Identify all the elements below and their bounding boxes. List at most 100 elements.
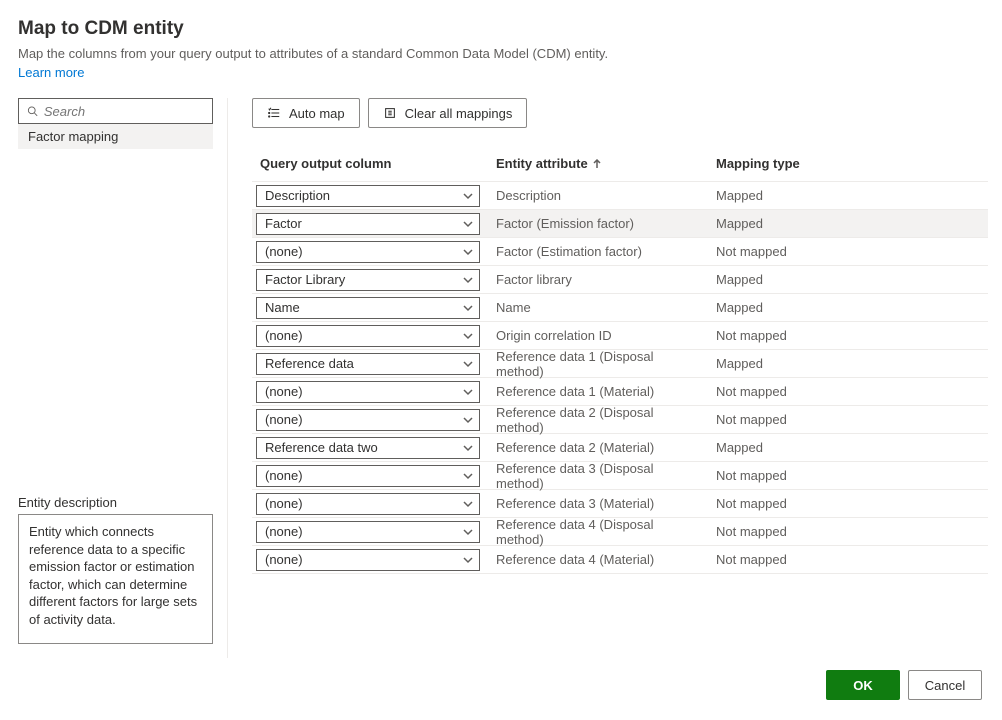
chevron-down-icon [463, 499, 473, 509]
chevron-down-icon [463, 415, 473, 425]
output-column-dropdown[interactable]: Description [256, 185, 480, 207]
entity-attribute-cell: Reference data 2 (Disposal method) [488, 405, 708, 435]
output-column-dropdown[interactable]: Factor [256, 213, 480, 235]
entity-attribute-cell: Reference data 3 (Disposal method) [488, 461, 708, 491]
mapping-type-cell: Mapped [708, 440, 988, 455]
mapping-type-cell: Mapped [708, 188, 988, 203]
chevron-down-icon [463, 191, 473, 201]
table-row: Reference dataReference data 1 (Disposal… [252, 350, 988, 378]
search-icon [27, 105, 38, 117]
column-header-type[interactable]: Mapping type [708, 146, 988, 181]
entity-attribute-cell: Description [488, 188, 708, 203]
learn-more-link[interactable]: Learn more [18, 65, 84, 80]
cancel-button[interactable]: Cancel [908, 670, 982, 700]
table-row: (none) Reference data 4 (Material)Not map… [252, 546, 988, 574]
auto-map-icon [267, 106, 281, 120]
ok-button[interactable]: OK [826, 670, 900, 700]
mapping-type-cell: Not mapped [708, 496, 988, 511]
dropdown-value: Description [265, 188, 330, 203]
mapping-table: Query output column Entity attribute Map… [252, 146, 988, 574]
entity-description-label: Entity description [18, 495, 213, 510]
clear-all-icon [383, 106, 397, 120]
chevron-down-icon [463, 443, 473, 453]
entity-attribute-cell: Reference data 1 (Material) [488, 384, 708, 399]
auto-map-label: Auto map [289, 106, 345, 121]
entity-description-text: Entity which connects reference data to … [18, 514, 213, 644]
mapping-type-cell: Not mapped [708, 468, 988, 483]
dropdown-value: (none) [265, 328, 303, 343]
entity-attribute-cell: Name [488, 300, 708, 315]
table-row: DescriptionDescriptionMapped [252, 182, 988, 210]
output-column-dropdown[interactable]: (none) [256, 409, 480, 431]
dropdown-value: Factor Library [265, 272, 345, 287]
table-row: NameNameMapped [252, 294, 988, 322]
entity-attribute-cell: Origin correlation ID [488, 328, 708, 343]
table-row: Reference data two Reference data 2 (Mate… [252, 434, 988, 462]
table-row: (none) Reference data 3 (Material)Not map… [252, 490, 988, 518]
dropdown-value: Reference data [265, 356, 354, 371]
dropdown-value: Factor [265, 216, 302, 231]
dropdown-value: Name [265, 300, 300, 315]
dropdown-value: (none) [265, 468, 303, 483]
mapping-type-cell: Not mapped [708, 244, 988, 259]
column-header-attribute-label: Entity attribute [496, 156, 588, 171]
entity-attribute-cell: Reference data 4 (Disposal method) [488, 517, 708, 547]
output-column-dropdown[interactable]: Reference data [256, 353, 480, 375]
dropdown-value: (none) [265, 524, 303, 539]
chevron-down-icon [463, 275, 473, 285]
chevron-down-icon [463, 219, 473, 229]
entity-attribute-cell: Reference data 3 (Material) [488, 496, 708, 511]
chevron-down-icon [463, 359, 473, 369]
table-row: (none) Reference data 4 (Disposal method)… [252, 518, 988, 546]
output-column-dropdown[interactable]: (none) [256, 521, 480, 543]
output-column-dropdown[interactable]: (none) [256, 549, 480, 571]
chevron-down-icon [463, 471, 473, 481]
column-header-attribute[interactable]: Entity attribute [488, 146, 708, 181]
search-input-wrap[interactable] [18, 98, 213, 124]
table-row: (none) Origin correlation IDNot mapped [252, 322, 988, 350]
chevron-down-icon [463, 247, 473, 257]
entity-attribute-cell: Reference data 4 (Material) [488, 552, 708, 567]
chevron-down-icon [463, 303, 473, 313]
entity-attribute-cell: Factor library [488, 272, 708, 287]
entity-attribute-cell: Factor (Emission factor) [488, 216, 708, 231]
mapping-type-cell: Not mapped [708, 384, 988, 399]
mapping-type-cell: Not mapped [708, 552, 988, 567]
dropdown-value: (none) [265, 552, 303, 567]
auto-map-button[interactable]: Auto map [252, 98, 360, 128]
dropdown-value: (none) [265, 244, 303, 259]
table-row: (none) Reference data 3 (Disposal method)… [252, 462, 988, 490]
mapping-type-cell: Not mapped [708, 412, 988, 427]
mapping-type-cell: Mapped [708, 272, 988, 287]
output-column-dropdown[interactable]: (none) [256, 241, 480, 263]
entity-list-item[interactable]: Factor mapping [18, 124, 213, 149]
mapping-type-cell: Not mapped [708, 524, 988, 539]
page-subtitle: Map the columns from your query output t… [18, 46, 984, 61]
clear-all-mappings-button[interactable]: Clear all mappings [368, 98, 528, 128]
table-row: (none) Reference data 2 (Disposal method)… [252, 406, 988, 434]
entity-attribute-cell: Factor (Estimation factor) [488, 244, 708, 259]
page-title: Map to CDM entity [18, 18, 984, 40]
table-row: Factor Factor (Emission factor)Mapped [252, 210, 988, 238]
column-header-output[interactable]: Query output column [252, 146, 488, 181]
chevron-down-icon [463, 387, 473, 397]
output-column-dropdown[interactable]: (none) [256, 465, 480, 487]
dropdown-value: (none) [265, 384, 303, 399]
table-row: Factor Library Factor libraryMapped [252, 266, 988, 294]
output-column-dropdown[interactable]: (none) [256, 381, 480, 403]
output-column-dropdown[interactable]: Name [256, 297, 480, 319]
mapping-type-cell: Mapped [708, 356, 988, 371]
search-input[interactable] [44, 104, 204, 119]
chevron-down-icon [463, 331, 473, 341]
chevron-down-icon [463, 555, 473, 565]
table-row: (none) Factor (Estimation factor)Not mapp… [252, 238, 988, 266]
output-column-dropdown[interactable]: (none) [256, 325, 480, 347]
output-column-dropdown[interactable]: (none) [256, 493, 480, 515]
mapping-type-cell: Not mapped [708, 328, 988, 343]
chevron-down-icon [463, 527, 473, 537]
table-row: (none) Reference data 1 (Material)Not map… [252, 378, 988, 406]
entity-attribute-cell: Reference data 2 (Material) [488, 440, 708, 455]
output-column-dropdown[interactable]: Factor Library [256, 269, 480, 291]
output-column-dropdown[interactable]: Reference data two [256, 437, 480, 459]
mapping-type-cell: Mapped [708, 216, 988, 231]
